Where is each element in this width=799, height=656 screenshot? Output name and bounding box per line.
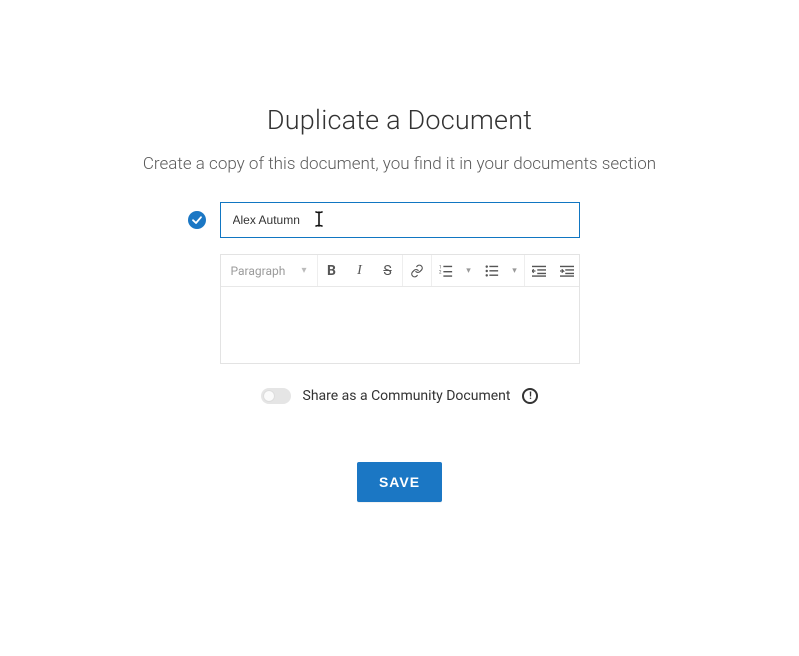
save-button[interactable]: SAVE [357,462,442,502]
form-area: Paragraph ▾ B I S [220,202,580,502]
indent-icon [560,264,574,278]
bold-button[interactable]: B [318,255,346,287]
unordered-list-icon [485,264,499,278]
document-title-input[interactable] [220,202,580,238]
check-icon [188,211,206,229]
page-title: Duplicate a Document [0,104,799,136]
italic-button[interactable]: I [346,255,374,287]
svg-text:1: 1 [439,265,441,270]
strikethrough-button[interactable]: S [374,255,402,287]
share-toggle[interactable] [261,388,291,404]
editor-toolbar: Paragraph ▾ B I S [221,255,579,287]
chevron-down-icon: ▾ [512,266,517,276]
paragraph-format-label: Paragraph [231,264,286,278]
strikethrough-icon: S [383,263,391,279]
editor-body[interactable] [221,287,579,363]
link-icon [410,264,424,278]
outdent-icon [532,264,546,278]
svg-text:2: 2 [439,270,442,275]
outdent-button[interactable] [525,255,553,287]
ordered-list-button[interactable]: 1 2 [432,255,460,287]
ordered-list-dropdown[interactable]: ▾ [460,255,478,287]
chevron-down-icon: ▾ [466,266,471,276]
page-subtitle: Create a copy of this document, you find… [0,154,799,174]
share-row: Share as a Community Document ! [220,388,580,404]
toggle-knob [263,390,275,402]
info-icon[interactable]: ! [522,388,538,404]
page: Duplicate a Document Create a copy of th… [0,104,799,656]
rich-text-editor: Paragraph ▾ B I S [220,254,580,364]
actions-row: SAVE [220,462,580,502]
paragraph-format-dropdown[interactable]: Paragraph ▾ [221,264,317,278]
share-label: Share as a Community Document [303,388,511,404]
link-button[interactable] [403,255,431,287]
italic-icon: I [357,263,362,279]
chevron-down-icon: ▾ [301,265,306,276]
indent-button[interactable] [553,255,581,287]
title-row [188,202,580,238]
bold-icon: B [327,263,336,279]
unordered-list-dropdown[interactable]: ▾ [506,255,524,287]
ordered-list-icon: 1 2 [439,264,453,278]
unordered-list-button[interactable] [478,255,506,287]
